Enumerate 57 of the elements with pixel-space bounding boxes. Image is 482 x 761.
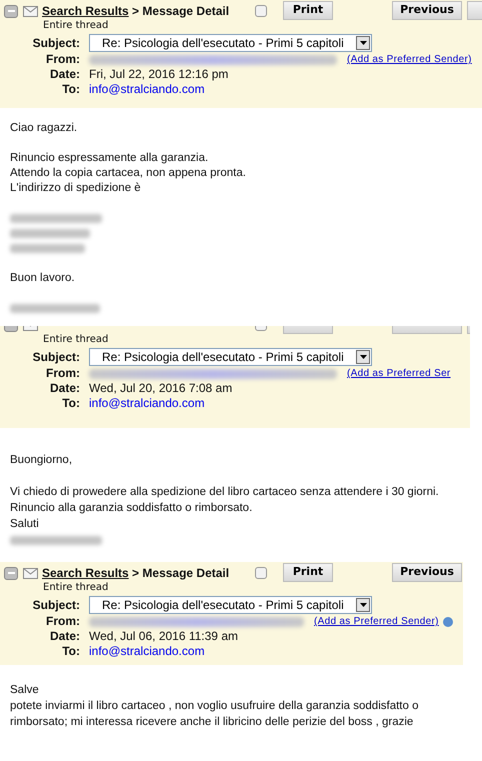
- print-button[interactable]: Print: [283, 1, 333, 20]
- collapse-icon[interactable]: [4, 566, 18, 580]
- preferred-sender-link[interactable]: (Add as Preferred Ser: [347, 366, 451, 381]
- body-text: potete inviarmi il libro cartaceo , non voglio usufruire della garanzia soddisfatto o rimborsato; mi interessa ricevere anche il libricino delle perizie del boss , grazie: [10, 699, 420, 730]
- subject-dropdown[interactable]: Re: Psicologia dell'esecutato - Primi 5 capitoli: [89, 348, 372, 366]
- collapse-icon[interactable]: [4, 4, 18, 18]
- date-value: Wed, Jul 06, 2016 11:39 am: [89, 629, 239, 644]
- thread-label: Entire thread: [42, 334, 110, 346]
- thread-label: Entire thread: [42, 582, 110, 594]
- body-text: Rinuncio espressamente alla garanzia.: [10, 151, 210, 166]
- recipient-link[interactable]: info@stralciando.com: [89, 82, 205, 96]
- body-text: Ciao ragazzi.: [10, 121, 78, 136]
- subject-dropdown[interactable]: Re: Psicologia dell'esecutato - Primi 5 capitoli: [89, 34, 372, 52]
- field-label: Subject:: [32, 598, 80, 612]
- field-label: Subject:: [32, 350, 80, 364]
- field-label: To:: [61, 82, 80, 97]
- field-label: From:: [45, 366, 80, 381]
- body-text: Buon lavoro.: [10, 271, 76, 286]
- thread-label: Entire thread: [42, 20, 110, 32]
- field-label: From:: [45, 52, 80, 67]
- body-text: Buongiorno,: [10, 453, 74, 468]
- envelope-icon: [23, 568, 38, 578]
- field-label: Subject:: [32, 36, 80, 50]
- body-text: L'indirizzo di spedizione è: [10, 181, 142, 196]
- breadcrumb-text: > Message Detail: [131, 566, 230, 580]
- field-label: Date:: [48, 381, 80, 396]
- body-text: Saluti: [10, 517, 40, 532]
- field-label: To:: [61, 396, 80, 411]
- preferred-sender-link[interactable]: (Add as Preferred Sender): [314, 614, 439, 629]
- help-icon[interactable]: [442, 616, 453, 626]
- previous-button[interactable]: Previous: [392, 1, 462, 20]
- date-value: Wed, Jul 20, 2016 7:08 am: [89, 381, 234, 396]
- field-label: To:: [61, 644, 80, 659]
- checkbox[interactable]: [255, 5, 267, 17]
- breadcrumb-link[interactable]: Search Results: [42, 4, 129, 18]
- caret-icon: [356, 598, 370, 612]
- breadcrumb-link[interactable]: Search Results: [42, 566, 129, 580]
- body-text: Rinuncio alla garanzia soddisfatto o rimborsato.: [10, 501, 254, 516]
- body-text: Attendo la copia cartacea, non appena pronta.: [10, 166, 247, 181]
- checkbox[interactable]: [255, 567, 267, 579]
- field-label: Date:: [48, 629, 80, 644]
- recipient-link[interactable]: info@stralciando.com: [89, 644, 205, 658]
- previous-button[interactable]: Previous: [392, 563, 462, 582]
- caret-icon: [356, 36, 370, 50]
- body-text: Vi chiedo di prowedere alla spedizione del libro cartaceo senza attendere i 30 giorni.: [10, 485, 440, 500]
- subject-dropdown[interactable]: Re: Psicologia dell'esecutato - Primi 5 capitoli: [89, 596, 372, 614]
- breadcrumb-text: > Message Detail: [131, 4, 230, 18]
- date-value: Fri, Jul 22, 2016 12:16 pm: [89, 67, 230, 82]
- caret-icon: [356, 350, 370, 364]
- body-text: Salve: [10, 683, 40, 698]
- envelope-icon: [23, 6, 38, 16]
- field-label: Date:: [48, 67, 80, 82]
- button-edge[interactable]: [467, 1, 482, 20]
- field-label: From:: [45, 614, 80, 629]
- preferred-sender-link[interactable]: (Add as Preferred Sender): [347, 52, 472, 67]
- print-button[interactable]: Print: [283, 563, 333, 582]
- recipient-link[interactable]: info@stralciando.com: [89, 396, 205, 410]
